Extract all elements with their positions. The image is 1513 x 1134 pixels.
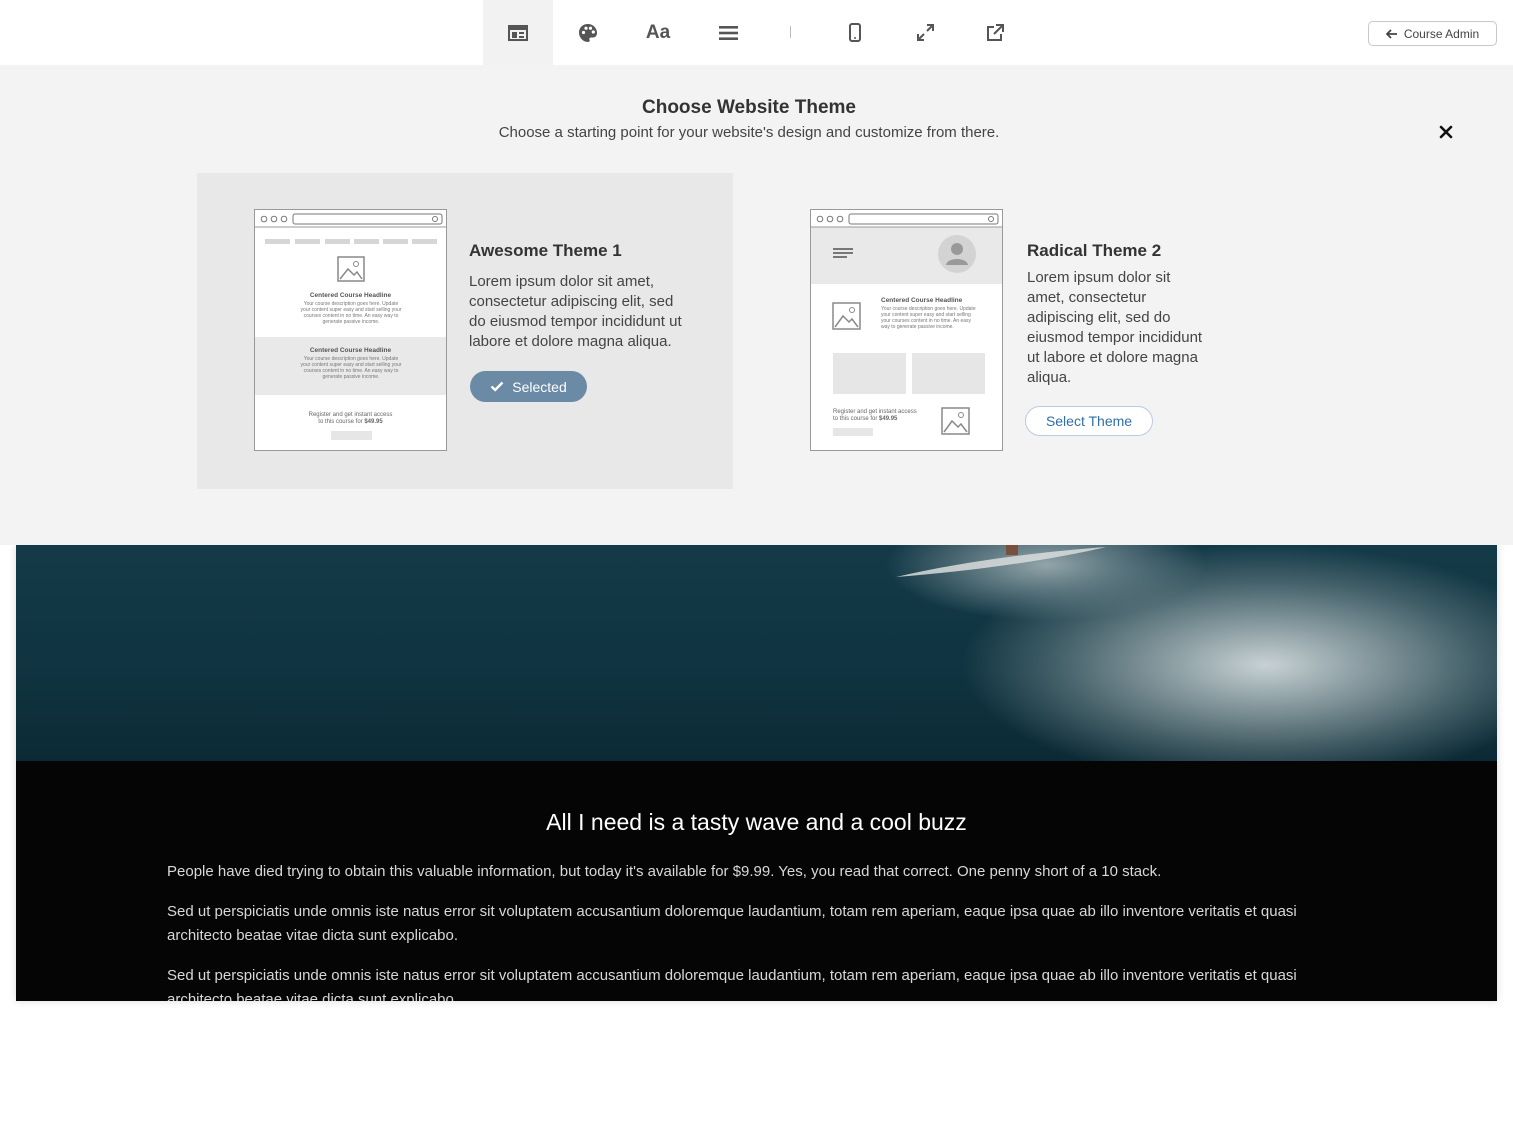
theme-2-mock-headline: Centered Course Headline (881, 297, 963, 304)
palette-icon (579, 23, 597, 42)
mobile-icon (849, 23, 861, 42)
theme-1-mock-body: Your course description goes here. Updat… (300, 301, 402, 325)
panel-title: Choose Website Theme (642, 97, 856, 118)
theme-1-mock-headline-2: Centered Course Headline (309, 347, 392, 354)
theme-chooser-panel: Choose Website Theme Choose a starting p… (0, 65, 1513, 545)
theme-card-awesome[interactable]: Centered Course Headline Your course des… (197, 173, 733, 489)
theme-2-mock-cta-line2: to this course for (833, 416, 878, 422)
mobile-preview-button[interactable] (820, 0, 890, 65)
theme-1-selected-button[interactable]: Selected (470, 371, 587, 402)
arrow-left-icon (1385, 28, 1397, 39)
external-link-icon (987, 23, 1004, 41)
theme-2-mock-price: $49.95 (879, 416, 898, 422)
section-heading: All I need is a tasty wave and a cool bu… (546, 809, 967, 835)
theme-1-name: Awesome Theme 1 (469, 241, 622, 260)
theme-1-mock-cta-line2: to this course for (318, 419, 363, 425)
editor-toolbar: Aa Course Admin (0, 0, 1513, 65)
font-icon: Aa (645, 21, 671, 43)
layout-tool-button[interactable] (483, 0, 553, 65)
panel-subtitle: Choose a starting point for your website… (498, 124, 1000, 141)
section-paragraph-1: People have died trying to obtain this v… (167, 863, 1162, 880)
course-admin-label: Course Admin (1403, 26, 1480, 41)
course-admin-button[interactable]: Course Admin (1368, 21, 1497, 46)
theme-2-select-button[interactable]: Select Theme (1025, 406, 1153, 436)
theme-card-radical[interactable]: Centered Course Headline Your course des… (776, 173, 1246, 489)
surfboard-shape (896, 545, 1106, 577)
theme-1-mock-cta: Register and get instant access to this … (255, 412, 446, 426)
theme-1-selected-label: Selected (512, 378, 567, 395)
theme-1-mock-body-2: Your course description goes here. Updat… (300, 356, 402, 380)
theme-1-mock-price: $49.95 (364, 419, 383, 425)
close-icon[interactable] (1437, 123, 1455, 141)
toolbar-separator (790, 26, 791, 38)
theme-1-mock-cta-line1: Register and get instant access (308, 412, 393, 418)
open-site-button[interactable] (960, 0, 1030, 65)
hero-surf-image (16, 545, 1497, 761)
fonts-tool-button[interactable]: Aa (623, 0, 693, 65)
theme-2-mock-cta-line1: Register and get instant access (833, 409, 917, 415)
section-paragraph-2: Sed ut perspiciatis unde omnis iste natu… (167, 903, 1297, 944)
sections-tool-button[interactable] (693, 0, 763, 65)
layout-icon (508, 24, 528, 41)
fullscreen-button[interactable] (890, 0, 960, 65)
checkmark-icon (490, 381, 504, 392)
theme-1-description: Lorem ipsum dolor sit amet, consectetur … (469, 273, 682, 350)
theme-2-mock-cta: Register and get instant access to this … (833, 409, 943, 423)
content-section: All I need is a tasty wave and a cool bu… (16, 761, 1497, 1001)
colors-tool-button[interactable] (553, 0, 623, 65)
expand-icon (916, 24, 934, 41)
menu-lines-icon (718, 25, 738, 40)
theme-2-preview-thumbnail: Centered Course Headline Your course des… (810, 209, 1003, 451)
website-preview: All I need is a tasty wave and a cool bu… (16, 545, 1497, 1001)
section-paragraph-3: Sed ut perspiciatis unde omnis iste natu… (167, 967, 1297, 1001)
theme-1-preview-thumbnail: Centered Course Headline Your course des… (254, 209, 447, 451)
theme-1-mock-headline: Centered Course Headline (309, 292, 392, 299)
theme-2-mock-body: Your course description goes here. Updat… (881, 306, 976, 330)
theme-2-description: Lorem ipsum dolor sit amet, consectetur … (1027, 269, 1203, 386)
theme-2-name: Radical Theme 2 (1027, 241, 1162, 260)
